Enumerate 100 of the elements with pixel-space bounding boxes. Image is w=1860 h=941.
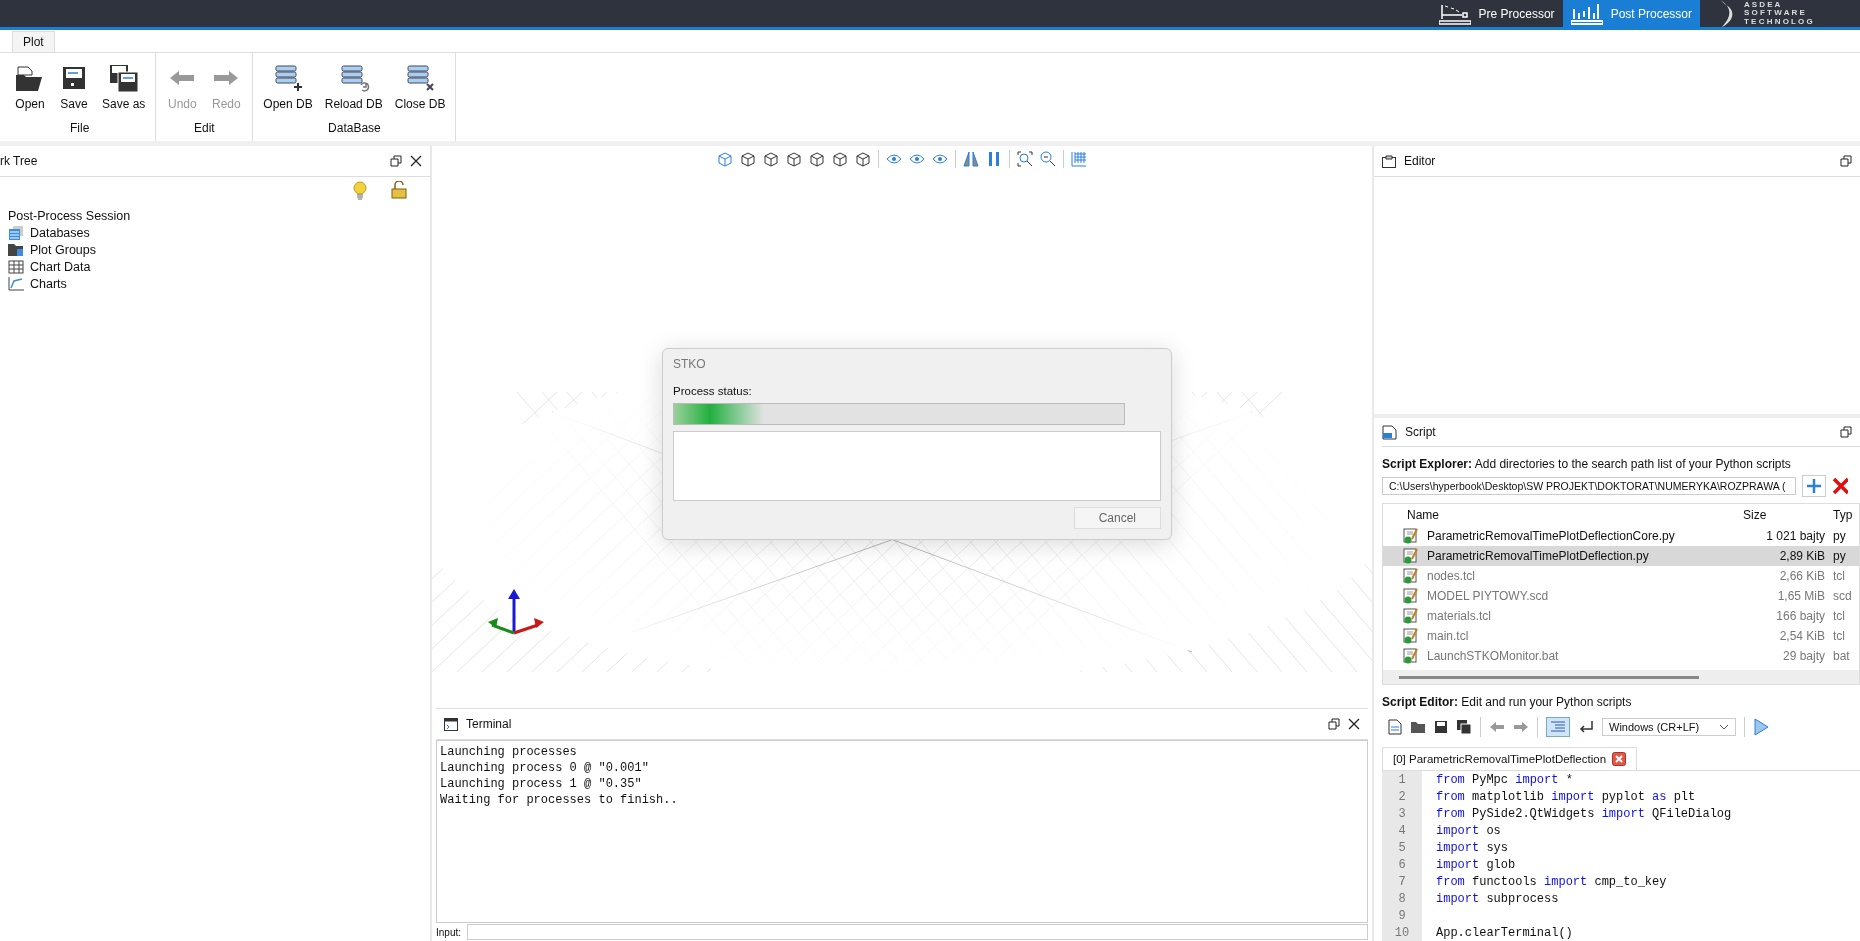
line-number: 6 (1382, 856, 1422, 873)
code-line: import subprocess (1436, 891, 1559, 906)
python-file-icon (1382, 424, 1397, 440)
file-row[interactable]: MODEL PIYTOWY.scd 1,65 MiB scd (1383, 586, 1859, 607)
terminal-line: Launching process 1 @ "0.35" (440, 776, 643, 792)
file-row[interactable]: main.tcl 2,54 KiB tcl (1383, 626, 1859, 647)
code-line: from PyMpc import * (1436, 772, 1573, 787)
editor-icon (1382, 154, 1396, 168)
eye-icon[interactable] (932, 151, 948, 167)
code-line: import sys (1436, 840, 1509, 855)
line-number: 5 (1382, 839, 1422, 856)
cube-view-icon[interactable] (786, 151, 802, 167)
file-type: tcl (1833, 569, 1846, 584)
database-x-icon (404, 63, 437, 93)
script-file-icon (1403, 628, 1419, 645)
close-icon[interactable] (410, 155, 422, 167)
file-row[interactable]: materials.tcl 166 bajty tcl (1383, 606, 1859, 627)
file-size: 29 bajty (1781, 649, 1825, 664)
restore-icon[interactable] (390, 155, 402, 167)
database-plus-icon (272, 63, 305, 93)
mode-tab[interactable]: Post Processor (1562, 0, 1700, 27)
column-header[interactable]: Typ (1833, 508, 1859, 523)
zoom-fit-icon[interactable] (1017, 151, 1033, 167)
cube-view-icon[interactable] (809, 151, 825, 167)
line-ending-dropdown[interactable]: Windows (CR+LF) (1602, 718, 1736, 736)
padlock-icon[interactable] (390, 181, 408, 199)
grid-icon (8, 260, 24, 274)
cube-view-icon[interactable] (832, 151, 848, 167)
restore-icon[interactable] (1840, 426, 1852, 439)
editor-tab[interactable]: [0] ParametricRemovalTimePlotDeflection (1382, 747, 1638, 770)
return-arrow-icon[interactable] (1578, 720, 1594, 734)
ribbon-button[interactable]: Save as (98, 61, 150, 121)
cube-view-icon[interactable] (717, 151, 733, 167)
status-label: Process status: (673, 385, 753, 397)
file-type: scd (1833, 589, 1853, 604)
column-header[interactable]: Name (1407, 508, 1733, 523)
folder-icon[interactable] (1410, 719, 1426, 735)
play-icon[interactable] (1753, 718, 1769, 736)
zoom-icon[interactable] (1040, 151, 1056, 167)
tree-root[interactable]: Post-Process Session (8, 209, 422, 223)
script-file-icon (1403, 568, 1419, 585)
tree-item[interactable]: Charts (8, 277, 422, 291)
file-type: tcl (1833, 609, 1846, 624)
file-row[interactable]: LaunchSTKOMonitor.bat 29 bajty bat (1383, 646, 1859, 667)
restore-icon[interactable] (1840, 155, 1852, 167)
ribbon-tab[interactable]: Plot (12, 31, 55, 52)
cancel-button[interactable]: Cancel (1073, 507, 1161, 529)
ribbon-button[interactable]: Save (54, 61, 94, 121)
eye-icon[interactable] (909, 151, 925, 167)
left-arrow-icon[interactable] (1489, 721, 1505, 733)
group-label: File (69, 121, 91, 137)
terminal-line: Launching process 0 @ "0.001" (440, 760, 650, 776)
path-dropdown[interactable]: C:\Users\hyperbook\Desktop\SW PROJEKT\DOKTORAT\NUMERYKA\ROZPRAWA ( (1382, 477, 1796, 496)
file-row[interactable]: ParametricRemovalTimePlotDeflectionCore.py 1 021 bajty py (1383, 526, 1859, 547)
delete-icon[interactable] (1832, 477, 1848, 496)
restore-icon[interactable] (1328, 718, 1340, 730)
file-row[interactable]: ParametricRemovalTimePlotDeflection.py 2,89 KiB py (1383, 546, 1859, 567)
close-icon[interactable] (1612, 752, 1627, 766)
parallel-icon[interactable] (986, 151, 1002, 167)
ribbon-button[interactable]: Open DB (259, 61, 317, 121)
input-field[interactable] (467, 924, 1368, 940)
ribbon-button[interactable]: Open (10, 61, 50, 121)
line-number: 2 (1382, 788, 1422, 805)
logo-text: T E C H N O L O G (1744, 17, 1813, 27)
line-number: 1 (1382, 771, 1422, 788)
file-name: ParametricRemovalTimePlotDeflection.py (1427, 549, 1650, 564)
file-name: MODEL PIYTOWY.scd (1427, 589, 1550, 604)
group-label: Edit (193, 121, 216, 137)
cube-view-icon[interactable] (763, 151, 779, 167)
close-icon[interactable] (1348, 718, 1360, 730)
tree-item[interactable]: Plot Groups (8, 243, 422, 257)
cube-view-icon[interactable] (855, 151, 871, 167)
bar-chart-icon (1570, 2, 1603, 25)
file-name: LaunchSTKOMonitor.bat (1427, 649, 1560, 664)
plus-icon (1806, 478, 1822, 495)
column-header[interactable]: Size (1733, 508, 1833, 523)
new-file-icon[interactable] (1388, 719, 1402, 735)
cube-view-icon[interactable] (740, 151, 756, 167)
file-size: 166 bajty (1775, 609, 1825, 624)
file-row[interactable]: nodes.tcl 2,66 KiB tcl (1383, 566, 1859, 587)
file-name: materials.tcl (1427, 609, 1492, 624)
eye-icon[interactable] (886, 151, 902, 167)
file-type: tcl (1833, 629, 1846, 644)
panel-title: Script (1405, 425, 1436, 440)
right-arrow-icon[interactable] (1513, 721, 1529, 733)
perspective-icon[interactable] (963, 151, 979, 167)
grid-icon[interactable] (1071, 151, 1087, 167)
ribbon-button[interactable]: Close DB (390, 61, 450, 121)
mode-tab[interactable]: Pre Processor (1430, 0, 1563, 27)
section-label: Script Explorer: Add directories to the search path list of your Python scripts (1382, 456, 1792, 474)
add-button[interactable] (1802, 475, 1826, 498)
file-size: 2,66 KiB (1778, 569, 1825, 584)
ribbon-button[interactable]: Reload DB (320, 61, 387, 121)
terminal-line: Waiting for processes to finish.. (440, 792, 679, 808)
code-line: import os (1436, 823, 1501, 838)
floppy-disks-icon[interactable] (1456, 719, 1472, 735)
tree-item[interactable]: Databases (8, 226, 422, 240)
line-number: 4 (1382, 822, 1422, 839)
tree-item[interactable]: Chart Data (8, 260, 422, 274)
scrollbar-thumb[interactable] (1399, 675, 1699, 679)
